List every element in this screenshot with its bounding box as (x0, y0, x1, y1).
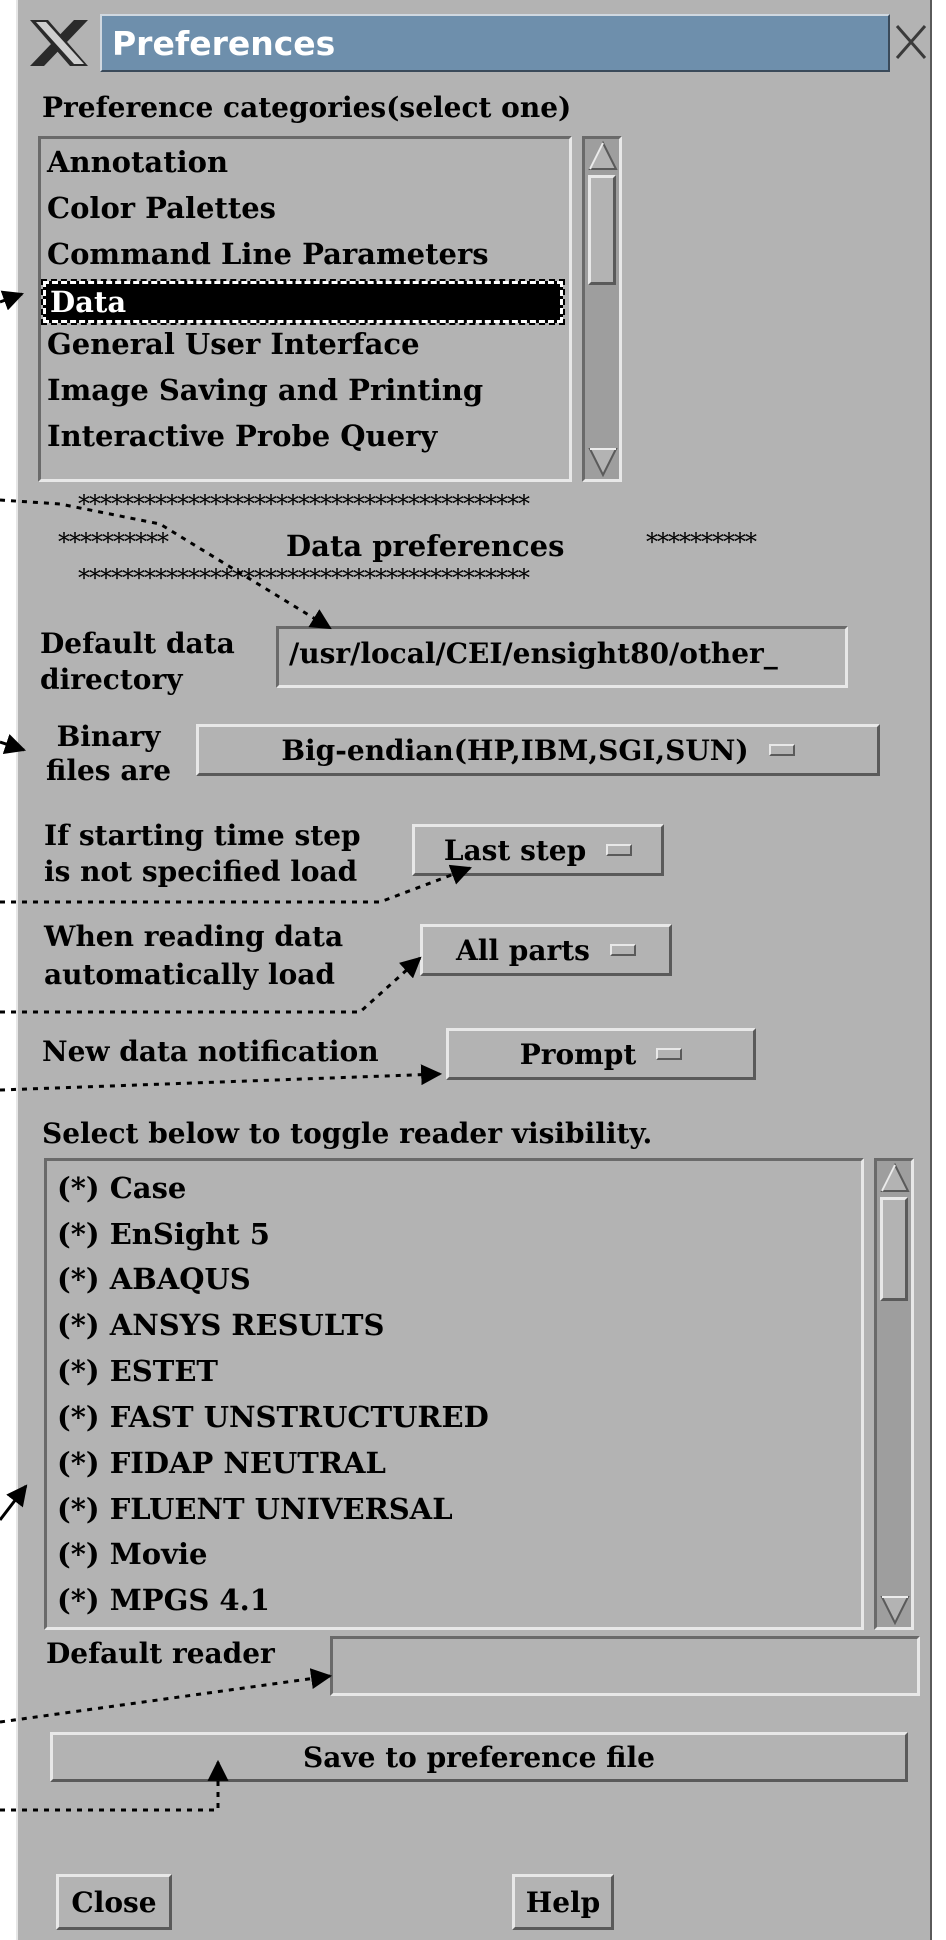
callout-arrow (0, 734, 26, 754)
callout-arrow (0, 956, 422, 1014)
callout-arrow (0, 864, 472, 904)
callout-arrow (0, 290, 24, 311)
callout-arrow (0, 1668, 333, 1724)
callout-arrows (0, 290, 472, 1812)
callout-arrow (0, 1484, 28, 1521)
callout-arrow (0, 1064, 443, 1092)
callout-arrow (0, 1759, 229, 1812)
callout-arrow (0, 498, 332, 630)
